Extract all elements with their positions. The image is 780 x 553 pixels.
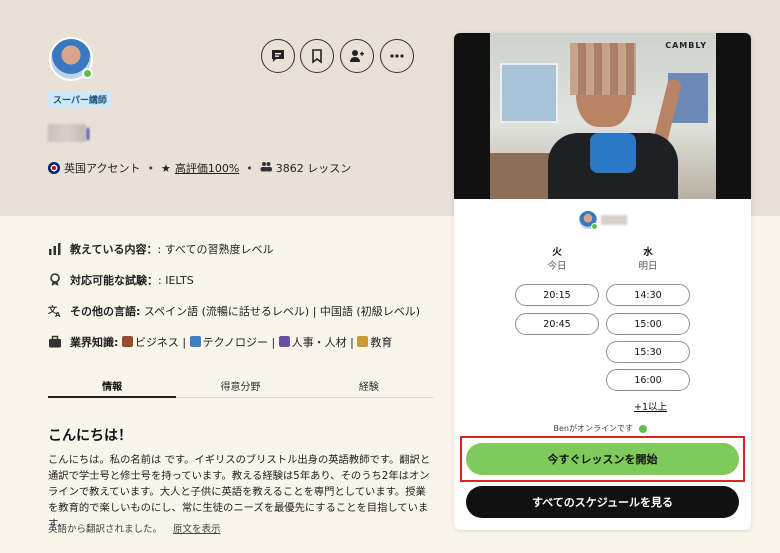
start-lesson-now-button[interactable]: 今すぐレッスンを開始: [466, 443, 739, 475]
industry-education: 教育: [370, 336, 393, 349]
lesson-count: 3862 レッスン: [275, 162, 352, 175]
info-exam-row: 対応可能な試験：: IELTS: [48, 272, 194, 288]
separator-dot: •: [246, 161, 253, 175]
tutor-meta-row: 英国アクセント • ★ 高評価100% • 3862 レッスン: [48, 160, 351, 176]
time-slot[interactable]: 20:15: [515, 284, 599, 306]
cambly-watermark: CAMBLY: [665, 41, 707, 50]
super-tutor-badge: スーパー講師: [48, 91, 112, 108]
time-slot[interactable]: 16:00: [606, 369, 690, 391]
mini-name-redacted: [600, 215, 627, 225]
teaches-label: 教えている内容：: [70, 243, 158, 256]
briefcase-emoji-icon: [121, 336, 133, 347]
industry-hr: 人事・人材: [291, 336, 347, 349]
profile-tabs: 情報 得意分野 経験: [48, 372, 433, 398]
shelf: [490, 153, 550, 199]
message-button[interactable]: [261, 39, 295, 73]
bar-chart-icon: [48, 242, 62, 256]
day-name: 水: [643, 247, 653, 258]
video-frame: [490, 33, 716, 199]
briefcase-icon: [48, 335, 62, 349]
day-sub: 明日: [638, 261, 658, 272]
follow-button[interactable]: [340, 39, 374, 73]
translated-note: 英語から翻訳されました。: [48, 524, 163, 535]
bookmark-button[interactable]: [300, 39, 334, 73]
online-status-dot: [590, 223, 598, 230]
exam-label: 対応可能な試験：: [70, 274, 158, 287]
show-original-link[interactable]: 原文を表示: [173, 524, 221, 535]
face-pixelation: [570, 43, 636, 95]
people-emoji-icon: [278, 336, 290, 347]
time-slot[interactable]: 14:30: [606, 284, 690, 306]
mini-avatar: [578, 211, 598, 230]
info-languages-row: 文A その他の言語: スペイン語 (流暢に話せるレベル) | 中国語 (初級レベ…: [48, 303, 420, 319]
bio-greeting: こんにちは！: [48, 428, 132, 444]
bio-text: こんにちは。私の名前は です。イギリスのブリストル出身の英語教師です。翻訳と通訳…: [48, 454, 431, 530]
info-teaches-row: 教えている内容：: すべての習熟度レベル: [48, 241, 273, 257]
tutor-avatar: [49, 37, 93, 81]
tutor-mini-identity: [454, 211, 751, 230]
time-slot[interactable]: 15:30: [606, 341, 690, 363]
star-icon: ★: [160, 161, 171, 175]
online-dot-icon: [639, 424, 647, 433]
day-sub: 今日: [547, 261, 567, 272]
message-icon: [272, 50, 284, 62]
award-icon: [48, 273, 62, 287]
languages-label: その他の言語:: [70, 305, 141, 318]
uk-flag-icon: [48, 162, 60, 174]
online-status-dot: [82, 68, 93, 79]
rating-link[interactable]: 高評価100%: [175, 160, 239, 176]
accent-label: 英国アクセント: [64, 162, 141, 175]
exam-value: : IELTS: [158, 274, 194, 287]
school-emoji-icon: [357, 336, 369, 347]
more-icon: [390, 54, 404, 58]
tutor-scarf: [590, 133, 636, 173]
day-column-today: 火 今日: [514, 246, 600, 274]
time-slot[interactable]: 20:45: [515, 313, 599, 335]
industry-tech: テクノロジー: [202, 336, 268, 349]
online-text: Benがオンラインです: [553, 424, 633, 433]
students-icon: [260, 161, 272, 175]
svg-text:A: A: [55, 311, 61, 318]
translate-icon: 文A: [48, 304, 62, 318]
intro-video[interactable]: CAMBLY: [454, 33, 751, 199]
translation-note-row: 英語から翻訳されました。 原文を表示: [48, 521, 221, 535]
more-slots-link[interactable]: +1以上: [634, 399, 667, 413]
book-emoji-icon: [189, 336, 201, 347]
teaches-value: : すべての習熟度レベル: [157, 243, 274, 256]
tab-experience[interactable]: 経験: [305, 372, 433, 397]
time-slot[interactable]: 15:00: [606, 313, 690, 335]
info-industry-row: 業界知識: ビジネス | テクノロジー | 人事・人材 | 教育: [48, 334, 392, 350]
tutor-name-redacted: [48, 124, 89, 142]
day-name: 火: [552, 247, 562, 258]
bookmark-icon: [312, 49, 322, 64]
wall-map: [500, 63, 558, 123]
day-column-tomorrow: 水 明日: [605, 246, 691, 274]
industry-business: ビジネス: [134, 336, 179, 349]
separator-dot: •: [147, 161, 154, 175]
industry-label: 業界知識:: [70, 336, 119, 349]
booking-card: CAMBLY 火 今日 水 明日 20:15 20:45 14:30 15:00…: [454, 33, 751, 530]
tab-specialties[interactable]: 得意分野: [176, 372, 304, 397]
tab-info[interactable]: 情報: [48, 372, 177, 398]
view-full-schedule-button[interactable]: すべてのスケジュールを見る: [466, 486, 739, 518]
online-indicator: Benがオンラインです: [554, 423, 647, 434]
languages-value: スペイン語 (流暢に話せるレベル) | 中国語 (初級レベル): [140, 305, 420, 318]
more-options-button[interactable]: [380, 39, 414, 73]
add-person-icon: [350, 50, 364, 62]
